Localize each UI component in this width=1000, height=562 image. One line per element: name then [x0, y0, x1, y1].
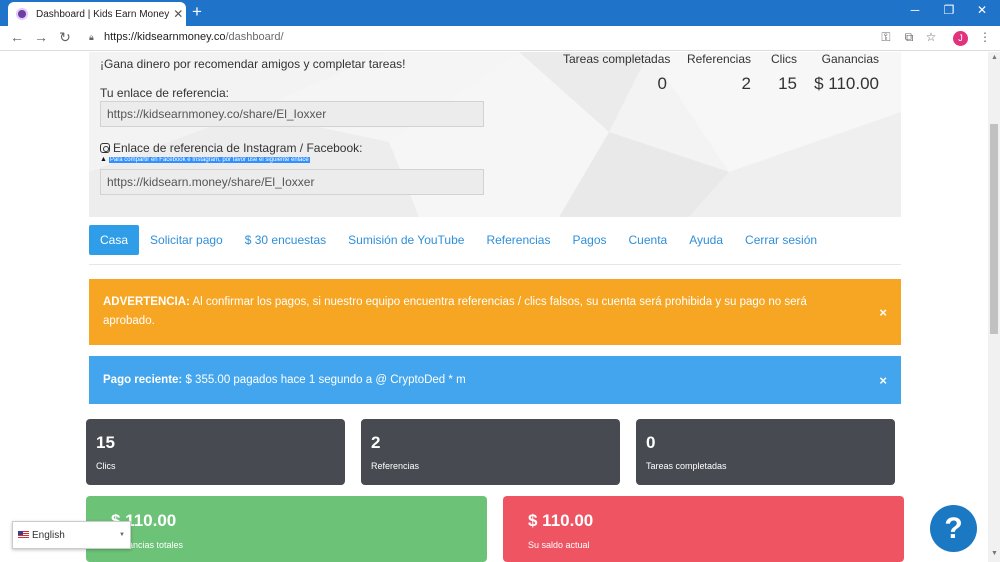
recent-payment-text: $ 355.00 pagados hace 1 segundo a @ Cryp…: [185, 373, 466, 386]
hero-tagline: ¡Gana dinero por recomendar amigos y com…: [100, 57, 406, 71]
nav-pagos[interactable]: Pagos: [561, 225, 617, 255]
tasks-card-value: 0: [646, 433, 656, 452]
warning-alert-body: ADVERTENCIA: Al confirmar los pagos, si …: [103, 293, 861, 331]
language-selector[interactable]: English ▼: [12, 521, 131, 549]
instagram-label: Enlace de referencia de Instagram / Face…: [113, 141, 363, 155]
summary-tasks: Tareas completadas 0: [563, 52, 671, 94]
forward-icon[interactable]: →: [32, 29, 50, 45]
current-balance-value: $ 110.00: [528, 511, 594, 530]
page-scrollbar[interactable]: ▲ ▼: [988, 52, 1000, 562]
recent-payment-body: Pago reciente: $ 355.00 pagados hace 1 s…: [103, 371, 466, 390]
tasks-card: 0 Tareas completadas: [636, 419, 895, 485]
summary-referrals-label: Referencias: [686, 52, 751, 66]
translate-icon[interactable]: ⧉: [900, 30, 918, 45]
recent-payment-title: Pago reciente:: [103, 373, 183, 386]
chevron-down-icon: ▼: [119, 532, 125, 538]
nav-ayuda[interactable]: Ayuda: [678, 225, 734, 255]
url-host: https://kidsearnmoney.co: [104, 31, 226, 43]
browser-toolbar: ← → ↻ 🔒︎ https://kidsearnmoney.co/dashbo…: [0, 26, 1000, 51]
summary-tasks-label: Tareas completadas: [563, 52, 671, 66]
close-window-icon[interactable]: ✕: [972, 3, 992, 17]
nav-casa[interactable]: Casa: [89, 225, 140, 255]
nav-cerrar-sesion[interactable]: Cerrar sesión: [734, 225, 828, 255]
back-icon[interactable]: ←: [8, 29, 26, 45]
hero-panel: ¡Gana dinero por recomendar amigos y com…: [89, 52, 901, 217]
browser-tab[interactable]: Dashboard | Kids Earn Money ✕: [8, 2, 186, 26]
nav-solicitar-pago[interactable]: Solicitar pago: [139, 225, 234, 255]
instagram-icon: [100, 143, 110, 153]
key-icon[interactable]: ⚿: [877, 30, 895, 45]
nav-cuenta[interactable]: Cuenta: [618, 225, 679, 255]
nav-divider: [89, 264, 901, 265]
warning-icon: ▲: [100, 156, 107, 163]
warning-alert: ADVERTENCIA: Al confirmar los pagos, si …: [89, 279, 901, 345]
tab-title: Dashboard | Kids Earn Money: [36, 8, 170, 20]
reload-icon[interactable]: ↻: [56, 29, 74, 46]
scroll-up-icon[interactable]: ▲: [991, 54, 998, 61]
clicks-card-value: 15: [96, 433, 115, 452]
current-balance-label: Su saldo actual: [528, 540, 590, 550]
summary-referrals-value: 2: [741, 74, 751, 93]
warning-alert-title: ADVERTENCIA:: [103, 296, 190, 308]
us-flag-icon: [18, 531, 29, 539]
summary-clicks-label: Clics: [771, 52, 797, 66]
instagram-link-field[interactable]: https://kidsearn.money/share/El_Ioxxer: [100, 169, 484, 195]
instagram-note-text: Para compartir en Facebook e Instagram, …: [108, 156, 310, 163]
dashboard-nav: Casa Solicitar pago $ 30 encuestas Sumis…: [89, 225, 901, 255]
referral-label: Tu enlace de referencia:: [100, 86, 229, 100]
summary-referrals: Referencias 2: [683, 52, 751, 94]
lock-icon: 🔒︎: [89, 32, 94, 42]
warning-close-icon[interactable]: ×: [879, 303, 887, 322]
total-earnings-card: $ 110.00 Ganancias totales: [86, 496, 487, 562]
nav-youtube[interactable]: Sumisión de YouTube: [337, 225, 475, 255]
language-selected: English: [32, 529, 65, 541]
favicon-icon: [16, 8, 28, 20]
clicks-card: 15 Clics: [86, 419, 345, 485]
nav-referencias[interactable]: Referencias: [475, 225, 561, 255]
referral-link-field[interactable]: https://kidsearnmoney.co/share/El_Ioxxer: [100, 101, 484, 127]
address-bar[interactable]: https://kidsearnmoney.co/dashboard/: [104, 31, 284, 43]
menu-icon[interactable]: ⋮: [976, 30, 994, 44]
warning-alert-text: Al confirmar los pagos, si nuestro equip…: [103, 296, 807, 327]
summary-clicks-value: 15: [778, 74, 797, 93]
scroll-down-icon[interactable]: ▼: [991, 550, 998, 557]
current-balance-card: $ 110.00 Su saldo actual: [503, 496, 904, 562]
clicks-card-label: Clics: [96, 461, 116, 471]
new-tab-button[interactable]: +: [192, 3, 202, 21]
star-icon[interactable]: ☆: [922, 30, 940, 44]
profile-avatar[interactable]: J: [953, 31, 968, 46]
url-path: /dashboard/: [225, 31, 284, 43]
recent-payment-close-icon[interactable]: ×: [879, 371, 887, 390]
page-viewport: ¡Gana dinero por recomendar amigos y com…: [0, 52, 988, 562]
summary-earnings-label: Ganancias: [821, 52, 879, 66]
minimize-icon[interactable]: ─: [905, 3, 925, 17]
nav-encuestas[interactable]: $ 30 encuestas: [234, 225, 337, 255]
tasks-card-label: Tareas completadas: [646, 461, 727, 471]
maximize-icon[interactable]: ❐: [939, 3, 959, 17]
summary-earnings-value: $ 110.00: [814, 74, 879, 93]
summary-earnings: Ganancias $ 110.00: [811, 52, 879, 94]
referrals-card-label: Referencias: [371, 461, 420, 471]
referrals-card-value: 2: [371, 433, 381, 452]
help-button[interactable]: ?: [930, 505, 977, 552]
summary-clicks: Clics 15: [763, 52, 797, 94]
recent-payment-alert: Pago reciente: $ 355.00 pagados hace 1 s…: [89, 356, 901, 404]
referrals-card: 2 Referencias: [361, 419, 620, 485]
summary-tasks-value: 0: [657, 74, 667, 93]
scrollbar-thumb[interactable]: [990, 124, 998, 334]
tab-close-icon[interactable]: ✕: [173, 7, 183, 21]
instagram-note: ▲ Para compartir en Facebook e Instagram…: [100, 156, 310, 163]
instagram-label-row: Enlace de referencia de Instagram / Face…: [100, 141, 362, 155]
browser-titlebar: Dashboard | Kids Earn Money ✕ + ─ ❐ ✕: [0, 0, 1000, 26]
